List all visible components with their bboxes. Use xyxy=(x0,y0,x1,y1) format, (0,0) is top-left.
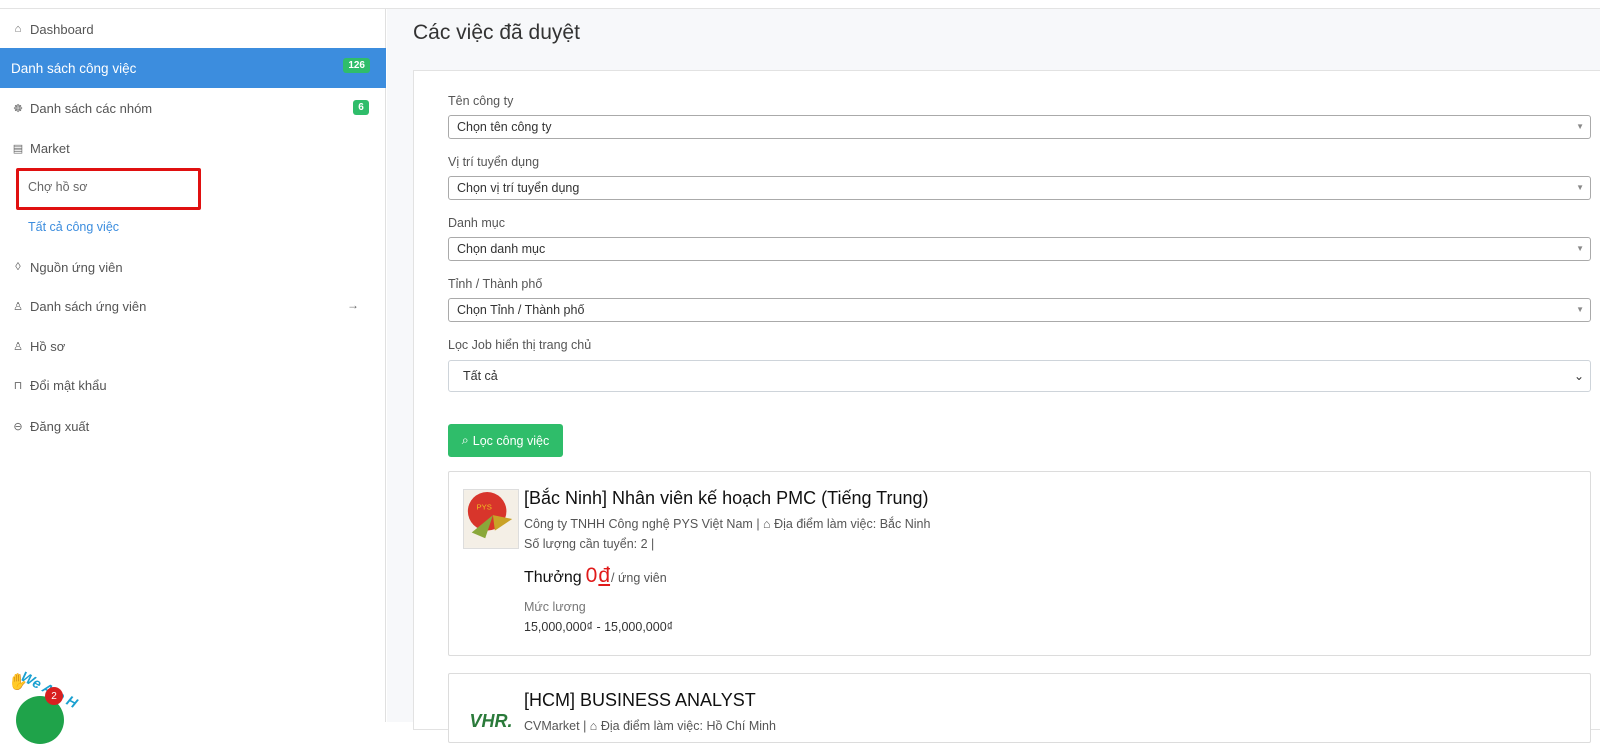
job-card[interactable]: PYS [Bắc Ninh] Nhân viên kế hoạch PMC (T… xyxy=(448,471,1591,656)
search-icon: ⌕ xyxy=(461,433,469,447)
bonus-unit: đ xyxy=(598,564,611,587)
sidebar-item-candidate-list[interactable]: ♙ Danh sách ứng viên → xyxy=(0,286,386,326)
filter-button-label: Lọc công việc xyxy=(472,433,550,448)
sidebar-item-all-jobs[interactable]: Tất cả công việc xyxy=(28,220,119,234)
lock-icon: ⊓ xyxy=(13,379,23,392)
city-select-value: Chọn Tỉnh / Thành phố xyxy=(457,303,585,317)
home-filter-select[interactable]: Tất cả ⌄ xyxy=(448,360,1591,392)
job-location-label: Địa điểm làm việc: xyxy=(600,719,703,733)
filter-card: Tên công ty Chọn tên công ty ▼ Vị trí tu… xyxy=(413,70,1600,743)
sidebar-item-label: Market xyxy=(30,140,70,156)
sidebar-item-label: Danh sách ứng viên xyxy=(30,298,147,314)
home-filter-label: Lọc Job hiển thị trang chủ xyxy=(448,338,592,352)
company-select[interactable]: Chọn tên công ty ▼ xyxy=(448,115,1591,139)
sidebar-item-profile[interactable]: ♙ Hồ sơ xyxy=(0,326,386,366)
sidebar-item-profile-market[interactable]: Chợ hồ sơ xyxy=(28,180,87,194)
job-company: Công ty TNHH Công nghệ PYS Việt Nam xyxy=(524,517,753,531)
category-select[interactable]: Chọn danh mục ▼ xyxy=(448,237,1591,261)
company-select-value: Chọn tên công ty xyxy=(457,120,552,134)
sidebar-item-change-password[interactable]: ⊓ Đổi mật khẩu xyxy=(0,365,386,405)
sidebar-item-logout[interactable]: ⊖ Đăng xuất xyxy=(0,406,386,446)
main-content: Các việc đã duyệt Tên công ty Chọn tên c… xyxy=(387,9,1600,743)
sidebar-item-label: Đăng xuất xyxy=(30,418,90,434)
salary-label: Mức lương xyxy=(524,600,586,614)
category-label: Danh mục xyxy=(448,216,505,230)
chat-widget[interactable]: ✋ We Are H 2 xyxy=(8,668,93,744)
job-bonus: Thưởng 0 đ / ứng viên xyxy=(524,564,667,588)
chevron-down-icon: ⌄ xyxy=(1573,369,1584,383)
bonus-label: Thưởng xyxy=(524,569,582,586)
group-count-badge: 6 xyxy=(353,100,369,115)
home-filter-value: Tất cả xyxy=(463,369,498,383)
caret-down-icon: ▼ xyxy=(1576,122,1584,131)
job-company-line: CVMarket | ⌂ Địa điểm làm việc: Hồ Chí M… xyxy=(524,719,776,733)
caret-down-icon: ▼ xyxy=(1576,305,1584,314)
arrow-right-icon: → xyxy=(347,298,359,312)
vhr-logo-text: VHR. xyxy=(469,710,513,731)
sidebar-item-label: Danh sách công việc xyxy=(11,60,137,76)
caret-down-icon: ▼ xyxy=(1576,183,1584,192)
sidebar-item-label: Hồ sơ xyxy=(30,338,66,354)
location-icon: ⌂ xyxy=(589,719,598,733)
group-icon: ☸ xyxy=(13,102,23,115)
job-company: CVMarket xyxy=(524,719,580,733)
job-location: Bắc Ninh xyxy=(879,517,931,531)
logout-icon: ⊖ xyxy=(13,420,23,433)
page-title: Các việc đã duyệt xyxy=(413,21,580,44)
pys-logo-icon: PYS xyxy=(464,490,518,548)
position-select-value: Chọn vị trí tuyển dụng xyxy=(457,181,580,195)
position-select[interactable]: Chọn vị trí tuyển dụng ▼ xyxy=(448,176,1591,200)
logo-text: PYS xyxy=(477,502,492,511)
job-quantity: Số lượng cần tuyển: 2 | xyxy=(524,537,655,551)
filter-jobs-button[interactable]: ⌕ Lọc công việc xyxy=(448,424,563,457)
drop-icon: ◊ xyxy=(15,261,21,273)
salary-value: 15,000,000₫ - 15,000,000₫ xyxy=(524,620,674,634)
job-location-label: Địa điểm làm việc: xyxy=(774,517,877,531)
top-border xyxy=(0,0,1600,9)
company-logo: VHR. xyxy=(463,691,519,751)
job-title[interactable]: [Bắc Ninh] Nhân viên kế hoạch PMC (Tiếng… xyxy=(524,488,929,509)
sidebar-item-label: Nguồn ứng viên xyxy=(30,259,123,275)
sidebar-item-dashboard[interactable]: ⌂ Dashboard xyxy=(0,9,386,49)
sidebar-item-candidate-source[interactable]: ◊ Nguồn ứng viên xyxy=(0,247,386,287)
store-icon: ▤ xyxy=(12,142,24,155)
job-title[interactable]: [HCM] BUSINESS ANALYST xyxy=(524,690,756,711)
job-count-badge: 126 xyxy=(343,58,370,73)
sidebar-item-job-list[interactable]: Danh sách công việc 126 xyxy=(0,48,386,88)
user-icon: ♙ xyxy=(13,300,23,313)
sidebar-item-label: Đổi mật khẩu xyxy=(30,377,107,393)
city-label: Tỉnh / Thành phố xyxy=(448,277,543,291)
job-location: Hồ Chí Minh xyxy=(706,719,776,733)
job-card[interactable]: VHR. [HCM] BUSINESS ANALYST CVMarket | ⌂… xyxy=(448,673,1591,743)
bonus-per: / ứng viên xyxy=(611,571,667,585)
location-icon: ⌂ xyxy=(763,517,771,531)
caret-down-icon: ▼ xyxy=(1576,244,1584,253)
bonus-amount: 0 xyxy=(585,564,598,587)
sidebar: ⌂ Dashboard Danh sách công việc 126 ☸ Da… xyxy=(0,9,386,722)
user-icon: ♙ xyxy=(13,340,23,353)
company-label: Tên công ty xyxy=(448,94,514,108)
city-select[interactable]: Chọn Tỉnh / Thành phố ▼ xyxy=(448,298,1591,322)
category-select-value: Chọn danh mục xyxy=(457,242,546,256)
sidebar-item-market[interactable]: ▤ Market xyxy=(0,128,386,168)
sidebar-item-group-list[interactable]: ☸ Danh sách các nhóm 6 xyxy=(0,88,386,128)
sidebar-item-label: Danh sách các nhóm xyxy=(30,100,153,116)
sidebar-item-label: Dashboard xyxy=(30,21,94,37)
home-icon: ⌂ xyxy=(14,23,22,35)
job-company-line: Công ty TNHH Công nghệ PYS Việt Nam | ⌂ … xyxy=(524,517,931,531)
company-logo: PYS xyxy=(463,489,519,549)
notification-badge: 2 xyxy=(45,687,63,705)
position-label: Vị trí tuyển dụng xyxy=(448,155,540,169)
